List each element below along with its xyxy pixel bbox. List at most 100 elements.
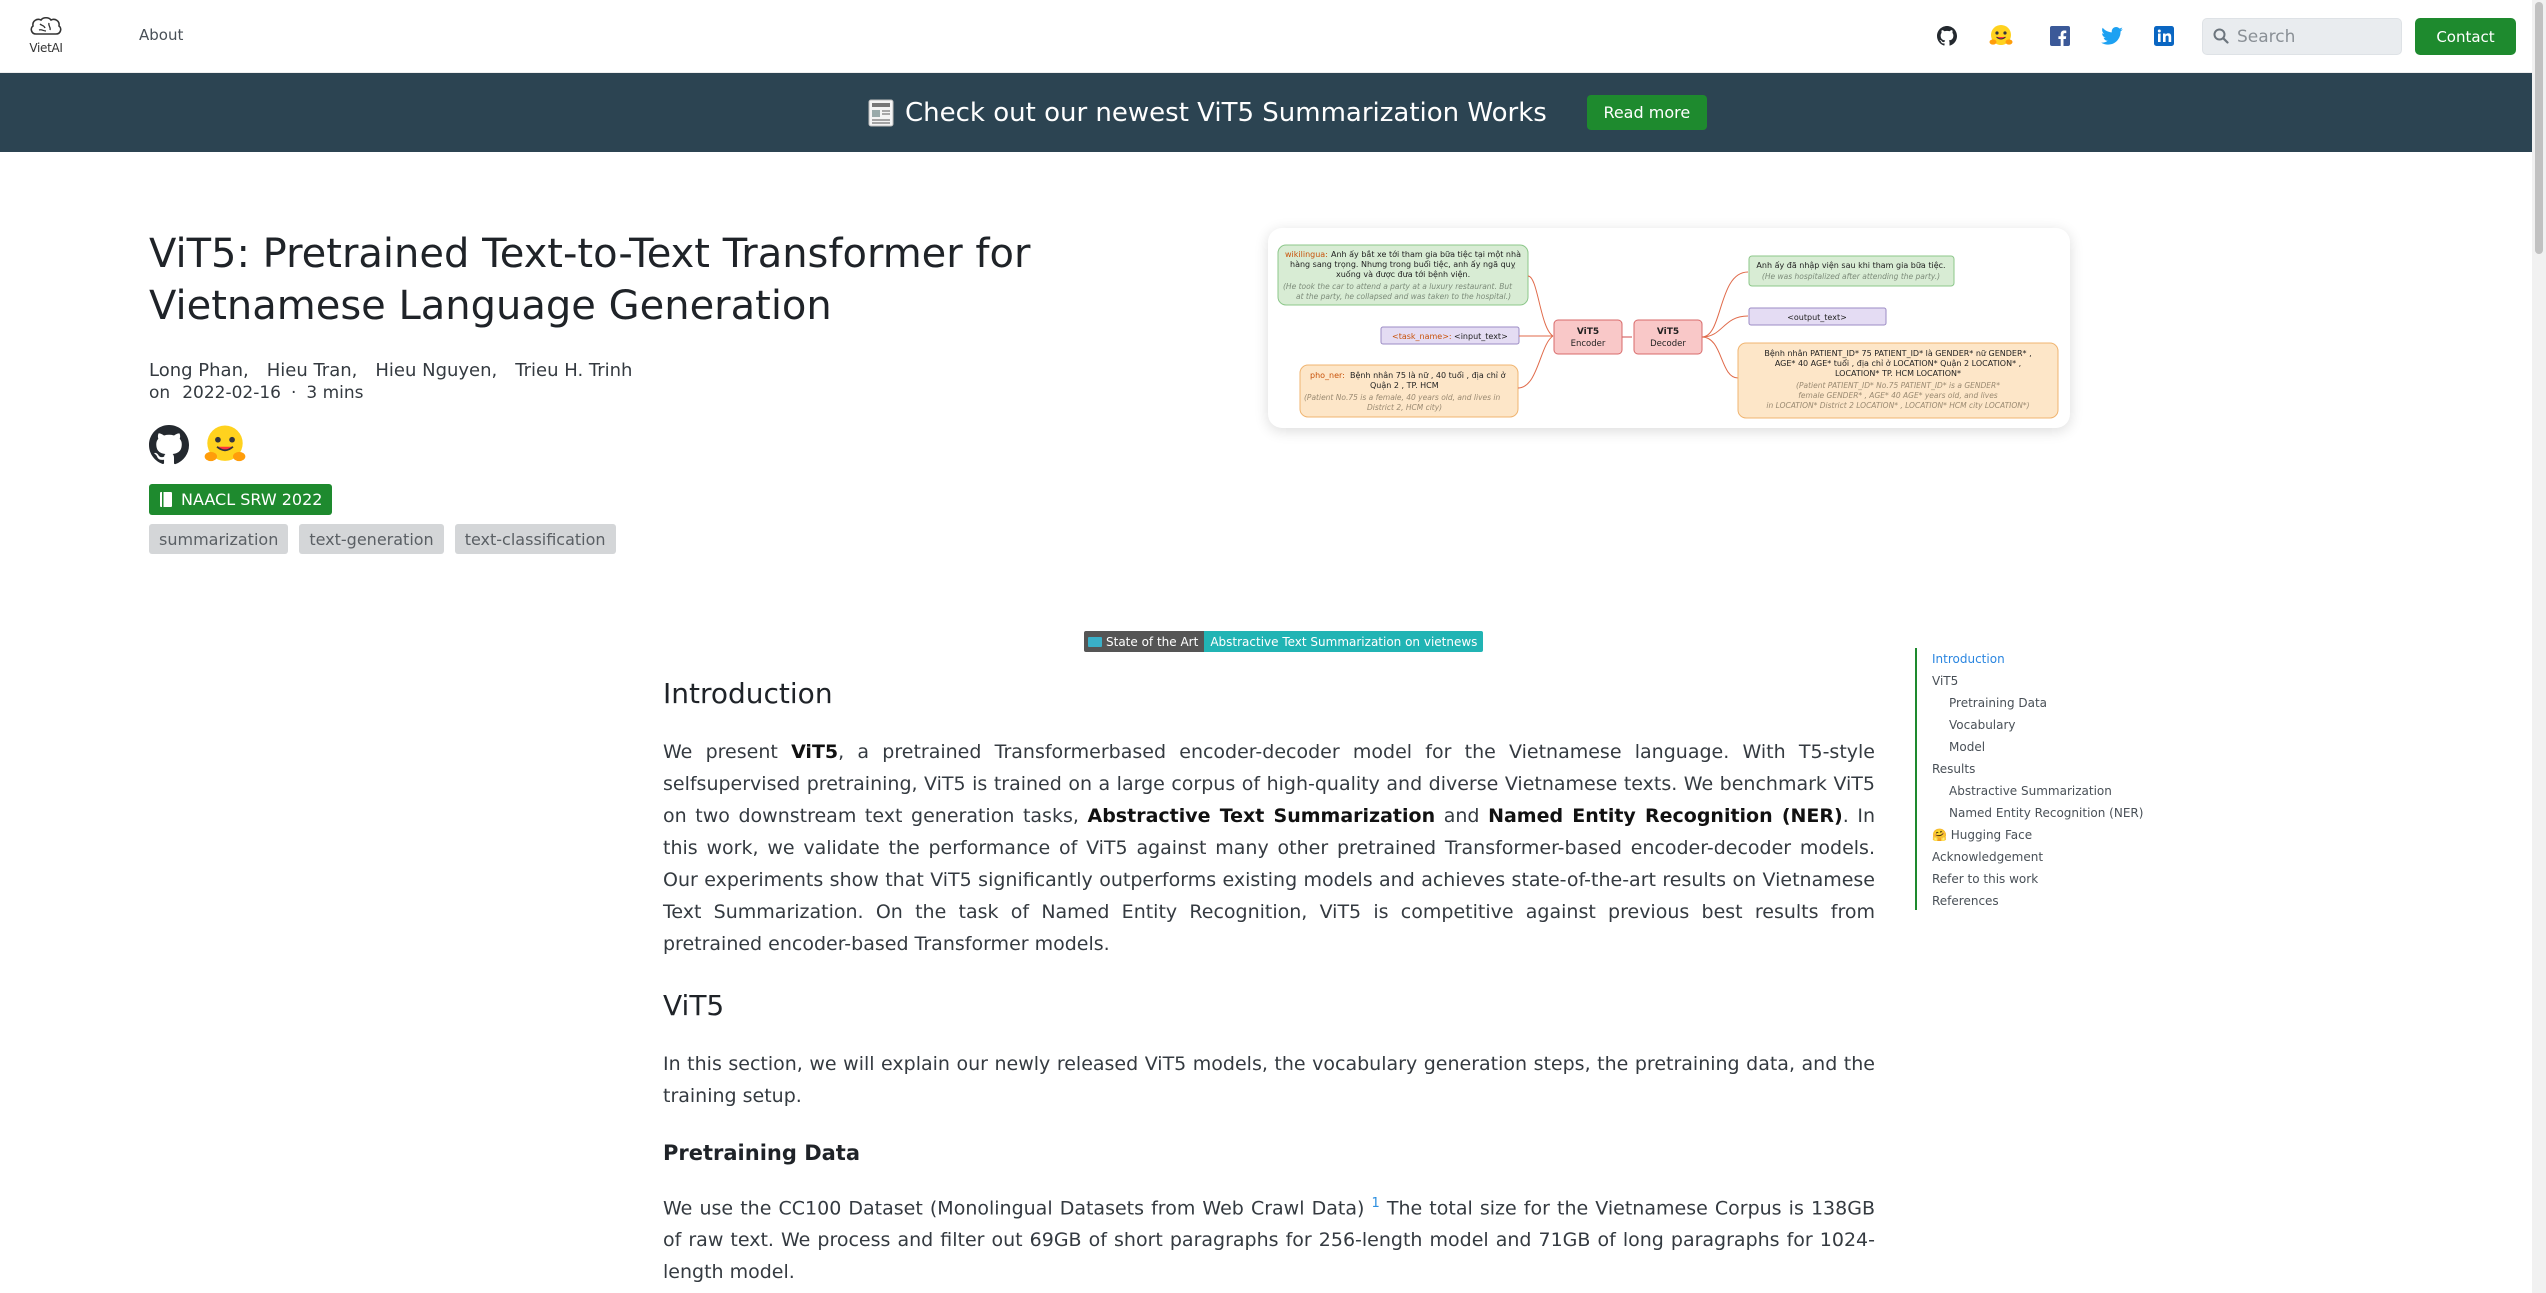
toc-item[interactable]: Abstractive Summarization [1932, 780, 2155, 802]
post-meta: on 2022-02-16 · 3 mins [149, 383, 364, 403]
bold-run: Abstractive Text Summarization [1087, 805, 1436, 827]
venue-badge-label: NAACL SRW 2022 [181, 490, 323, 509]
bold-run: ViT5 [791, 741, 839, 763]
toc-item[interactable]: Refer to this work [1932, 868, 2155, 890]
task-name-label: <task_name>: [1392, 332, 1452, 341]
page-title: ViT5: Pretrained Text-to-Text Transforme… [149, 231, 1031, 329]
book-icon [160, 492, 172, 507]
facebook-icon[interactable] [2045, 21, 2075, 51]
author-list: Long Phan, Hieu Tran, Hieu Nguyen, Trieu… [149, 360, 650, 381]
toc-item[interactable]: 🤗 Hugging Face [1932, 824, 2155, 846]
read-more-button[interactable]: Read more [1586, 95, 1707, 130]
twitter-icon[interactable] [2097, 21, 2127, 51]
wikilingua-en-1: (He took the car to attend a party at a … [1283, 282, 1513, 291]
toc-item[interactable]: ViT5 [1932, 670, 2155, 692]
vietai-logo[interactable]: VietAI [28, 16, 64, 58]
toc-item[interactable]: Model [1932, 736, 2155, 758]
newspaper-icon [868, 99, 894, 126]
huggingface-icon[interactable] [1986, 21, 2016, 51]
text-run: and [1435, 805, 1489, 827]
scrollbar-thumb[interactable] [2535, 2, 2543, 254]
article-body: Introduction We present ViT5, a pretrain… [663, 672, 1875, 1293]
subsection-heading-pretraining-data: Pretraining Data [663, 1141, 861, 1165]
venue-badge[interactable]: NAACL SRW 2022 [149, 484, 333, 515]
author-name[interactable]: Trieu H. Trinh [515, 360, 632, 381]
wikilingua-text-2: hàng sang trọng. Nhưng trong buổi tiệc, … [1290, 259, 1516, 269]
output-summary-text: Anh ấy đã nhập viện sau khi tham gia bữa… [1756, 260, 1945, 271]
output-text-label: <output_text> [1787, 313, 1847, 322]
wikilingua-text-1: Anh ấy bắt xe tới tham gia bữa tiệc tại … [1331, 249, 1521, 260]
toc-item[interactable]: Introduction [1932, 648, 2155, 670]
toc-item[interactable]: Acknowledgement [1932, 846, 2155, 868]
table-of-contents: Introduction ViT5 Pretraining Data Vocab… [1915, 648, 2155, 910]
sota-left-label: State of the Art [1106, 634, 1199, 649]
author-name[interactable]: Hieu Nguyen, [375, 360, 497, 381]
search-icon [2213, 28, 2229, 44]
section-heading-introduction: Introduction [663, 677, 833, 710]
resource-links [149, 422, 248, 472]
svg-text:wikilingua:: wikilingua: [1285, 250, 1328, 259]
logo-text: VietAI [29, 41, 63, 55]
output-ner-en-1: (Patient PATIENT_ID* No.75 PATIENT_ID* i… [1796, 381, 2000, 390]
read-time: 3 mins [306, 383, 364, 403]
sota-badge-right: Abstractive Text Summarization on vietne… [1204, 631, 1484, 652]
post-date: 2022-02-16 [182, 383, 281, 403]
connector [1701, 271, 1749, 338]
tag[interactable]: summarization [149, 524, 289, 554]
tag[interactable]: text-generation [299, 524, 444, 554]
sota-badge-left: State of the Art [1084, 631, 1205, 652]
footnote-link[interactable]: 1 [1371, 1196, 1379, 1211]
vit5-paragraph: In this section, we will explain our new… [663, 1053, 1875, 1107]
wikilingua-en-2: at the party, he collapsed and was taken… [1296, 292, 1511, 301]
github-icon[interactable] [1932, 21, 1962, 51]
nav-link-about[interactable]: About [139, 26, 183, 44]
tag-list: summarization text-generation text-class… [149, 524, 627, 554]
input-text-label: <input_text> [1454, 332, 1508, 341]
linkedin-icon[interactable] [2149, 21, 2179, 51]
toc-item[interactable]: Pretraining Data [1932, 692, 2155, 714]
brain-logo-icon [30, 16, 62, 35]
output-ner-text-1: Bệnh nhân PATIENT_ID* 75 PATIENT_ID* là … [1764, 348, 2031, 358]
output-summary-en: (He was hospitalized after attending the… [1762, 272, 1940, 281]
text-run: We use the CC100 Dataset (Monolingual Da… [663, 1197, 1372, 1220]
phoner-en-1: (Patient No.75 is a female, 40 years old… [1304, 393, 1500, 402]
announcement-banner: Check out our newest ViT5 Summarization … [0, 73, 2546, 152]
huggingface-icon[interactable] [202, 422, 248, 472]
encoder-label-1: ViT5 [1577, 327, 1599, 337]
github-icon[interactable] [149, 425, 190, 469]
meta-separator: · [290, 383, 297, 403]
connector [1701, 336, 1739, 379]
bold-run: Named Entity Recognition (NER) [1488, 805, 1843, 827]
search-box[interactable] [2202, 18, 2402, 55]
encoder-label-2: Encoder [1571, 339, 1606, 349]
decoder-label-2: Decoder [1650, 339, 1686, 349]
text-run: We present [663, 741, 792, 763]
top-navbar: VietAI About Contact [0, 0, 2546, 73]
wikilingua-label: wikilingua: [1285, 250, 1328, 259]
contact-button[interactable]: Contact [2415, 18, 2516, 55]
toc-item[interactable]: References [1932, 890, 2155, 912]
phoner-text-2: Quận 2 , TP. HCM [1370, 381, 1439, 391]
sota-badge[interactable]: State of the Art Abstractive Text Summar… [1084, 631, 1484, 652]
output-ner-en-3: in LOCATION* District 2 LOCATION* , LOCA… [1766, 401, 2029, 410]
tag[interactable]: text-classification [454, 524, 616, 554]
output-ner-en-2: female GENDER* , AGE* 40 AGE* years old,… [1798, 391, 1998, 400]
phoner-text-1: Bệnh nhân 75 là nữ , 40 tuổi , địa chỉ ở [1350, 370, 1506, 381]
toc-item[interactable]: Vocabulary [1932, 714, 2155, 736]
section-heading-vit5: ViT5 [663, 989, 725, 1022]
decoder-label-1: ViT5 [1657, 327, 1679, 337]
author-name[interactable]: Hieu Tran, [267, 360, 358, 381]
pretraining-paragraph: We use the CC100 Dataset (Monolingual Da… [663, 1188, 1875, 1288]
toc-item[interactable]: Named Entity Recognition (NER) [1932, 802, 2155, 824]
banner-text: Check out our newest ViT5 Summarization … [905, 97, 1547, 128]
search-input[interactable] [2237, 19, 2397, 54]
toc-item[interactable]: Results [1932, 758, 2155, 780]
author-name[interactable]: Long Phan, [149, 360, 249, 381]
meta-on: on [149, 383, 171, 403]
wikilingua-text-3: xuống và được đưa tới bệnh viện. [1336, 269, 1470, 279]
phoner-label: pho_ner: [1310, 371, 1345, 380]
vit5-architecture-diagram: wikilingua: Anh ấy bắt xe tới tham gia b… [1268, 228, 2070, 428]
page-scrollbar[interactable] [2532, 0, 2546, 1293]
text-run: . In this work, we validate the performa… [663, 805, 1875, 955]
output-ner-text-3: LOCATION* TP. HCM LOCATION* [1835, 369, 1961, 378]
